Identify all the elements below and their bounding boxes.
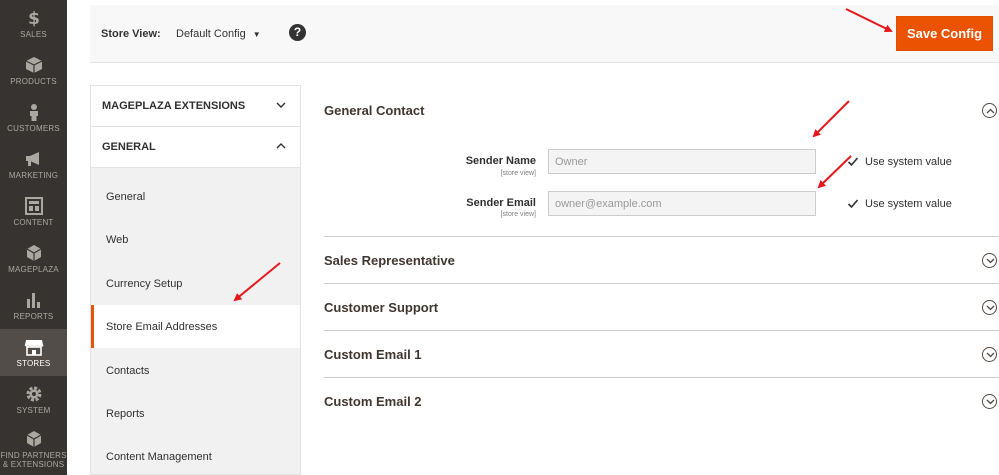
expand-toggle-icon[interactable] — [982, 253, 997, 268]
nav-item-reports[interactable]: REPORTS — [0, 282, 67, 329]
tab-group-mageplaza-extensions[interactable]: MAGEPLAZA EXTENSIONS — [91, 86, 300, 127]
nav-label: REPORTS — [13, 311, 54, 321]
tab-currency-setup[interactable]: Currency Setup — [91, 262, 300, 305]
megaphone-icon — [25, 151, 39, 166]
admin-config-page: $ SALES PRODUCTS CUSTOMERS MARKETING CON… — [0, 0, 999, 475]
dollar-icon: $ — [28, 9, 40, 27]
tab-store-email-addresses[interactable]: Store Email Addresses — [91, 305, 300, 348]
nav-label: SYSTEM — [16, 405, 51, 415]
expand-toggle-icon[interactable] — [982, 347, 997, 362]
sender-email-label: Sender Email — [466, 197, 536, 209]
nav-item-sales[interactable]: $ SALES — [0, 0, 67, 47]
help-icon[interactable]: ? — [289, 24, 306, 41]
section-sales-representative: Sales Representative — [324, 237, 999, 284]
sender-name-input[interactable]: Owner — [548, 149, 816, 174]
config-main-content: General Contact Sender Name [store view]… — [324, 85, 999, 475]
tab-group-general[interactable]: GENERAL — [91, 127, 300, 168]
section-customer-support: Customer Support — [324, 284, 999, 331]
nav-label: PRODUCTS — [10, 76, 57, 86]
tab-label: Web — [106, 233, 129, 246]
section-title-custom-email-1[interactable]: Custom Email 1 — [324, 347, 422, 362]
nav-item-mageplaza[interactable]: MAGEPLAZA — [0, 235, 67, 282]
collapse-toggle-icon[interactable] — [982, 103, 997, 118]
section-general-contact: General Contact Sender Name [store view]… — [324, 85, 999, 237]
bar-chart-icon — [26, 292, 40, 308]
tab-content-management[interactable]: Content Management — [91, 435, 300, 475]
section-custom-email-2: Custom Email 2 — [324, 378, 999, 425]
nav-item-find-partners[interactable]: FIND PARTNERS & EXTENSIONS — [0, 424, 67, 475]
nav-label: & EXTENSIONS — [2, 460, 65, 469]
nav-item-system[interactable]: SYSTEM — [0, 376, 67, 423]
sender-email-scope: [store view] — [500, 211, 536, 218]
sender-name-scope: [store view] — [500, 170, 536, 177]
tab-label: General — [106, 190, 146, 203]
nav-item-stores[interactable]: STORES — [0, 329, 67, 376]
chevron-down-icon — [276, 102, 286, 108]
cube-icon — [26, 244, 41, 261]
nav-label: MARKETING — [8, 170, 59, 180]
tab-label: Contacts — [106, 364, 150, 377]
tab-web[interactable]: Web — [91, 218, 300, 261]
svg-text:$: $ — [28, 9, 40, 27]
chevron-up-icon — [276, 143, 286, 149]
nav-item-marketing[interactable]: MARKETING — [0, 141, 67, 188]
nav-label: CUSTOMERS — [7, 123, 60, 133]
store-view-bar: Store View: Default Config ▼ ? Save Conf… — [90, 5, 999, 63]
sender-email-use-system-checkbox[interactable] — [847, 198, 859, 210]
caret-down-icon: ▼ — [252, 29, 261, 39]
tab-reports[interactable]: Reports — [91, 392, 300, 435]
nav-label: MAGEPLAZA — [8, 264, 59, 274]
sender-email-use-system-label: Use system value — [865, 198, 952, 210]
nav-item-customers[interactable]: CUSTOMERS — [0, 94, 67, 141]
tab-contacts[interactable]: Contacts — [91, 349, 300, 392]
gear-icon — [26, 386, 41, 401]
sender-name-label: Sender Name — [465, 155, 536, 167]
tab-label: Content Management — [106, 450, 212, 463]
sender-name-use-system-checkbox[interactable] — [847, 156, 859, 168]
tab-general[interactable]: General — [91, 175, 300, 218]
section-title-sales-representative[interactable]: Sales Representative — [324, 253, 455, 268]
section-title-general-contact[interactable]: General Contact — [324, 103, 424, 118]
person-icon — [29, 103, 38, 121]
section-title-custom-email-2[interactable]: Custom Email 2 — [324, 394, 422, 409]
expand-toggle-icon[interactable] — [982, 394, 997, 409]
section-custom-email-1: Custom Email 1 — [324, 331, 999, 378]
layout-icon — [24, 196, 43, 215]
nav-item-content[interactable]: CONTENT — [0, 188, 67, 235]
nav-label: CONTENT — [13, 217, 54, 227]
store-view-dropdown[interactable]: Default Config ▼ — [176, 28, 261, 40]
tab-group-title: GENERAL — [102, 141, 156, 153]
box-extension-icon — [26, 431, 41, 447]
tab-label: Reports — [106, 407, 145, 420]
tab-label: Store Email Addresses — [106, 320, 218, 333]
tab-label: Currency Setup — [106, 277, 183, 290]
sender-email-input[interactable]: owner@example.com — [548, 191, 816, 216]
nav-label: STORES — [16, 358, 51, 368]
box-icon — [25, 56, 42, 73]
tab-group-title: MAGEPLAZA EXTENSIONS — [102, 100, 246, 112]
nav-label: FIND PARTNERS — [0, 451, 67, 460]
store-icon — [24, 339, 44, 356]
nav-item-products[interactable]: PRODUCTS — [0, 47, 67, 94]
section-title-customer-support[interactable]: Customer Support — [324, 300, 438, 315]
admin-left-nav: $ SALES PRODUCTS CUSTOMERS MARKETING CON… — [0, 0, 67, 475]
expand-toggle-icon[interactable] — [982, 300, 997, 315]
config-tabs-sidebar: MAGEPLAZA EXTENSIONS GENERAL General Web… — [90, 85, 301, 475]
store-view-label: Store View: — [101, 28, 161, 40]
store-view-value: Default Config — [176, 28, 246, 40]
nav-label: SALES — [20, 29, 47, 39]
save-config-button[interactable]: Save Config — [896, 16, 993, 51]
sender-name-use-system-label: Use system value — [865, 156, 952, 168]
